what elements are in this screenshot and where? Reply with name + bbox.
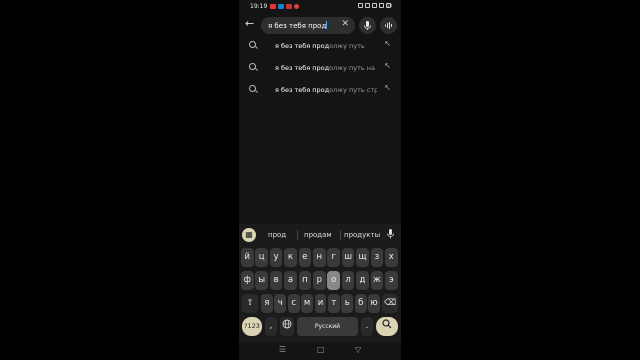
keyboard-menu-button[interactable]: ▦: [242, 228, 256, 242]
key-д[interactable]: д: [356, 271, 369, 290]
key-а[interactable]: а: [284, 271, 297, 290]
suggestion-rest-text: олжу путь: [329, 42, 365, 50]
text-caret: [326, 21, 328, 29]
symbols-key[interactable]: ?123: [242, 317, 262, 336]
fill-query-arrow-icon[interactable]: ↖: [384, 39, 391, 48]
app-notif-icon-2: [286, 4, 292, 9]
key-ф[interactable]: ф: [241, 271, 254, 290]
key-о[interactable]: о: [327, 271, 340, 290]
key-р[interactable]: р: [313, 271, 326, 290]
search-icon: [249, 41, 256, 48]
search-suggestion[interactable]: я без тебя продолжу путь ↖: [239, 36, 401, 58]
key-row-1: йцукенгшщзх: [239, 248, 401, 267]
key-и[interactable]: и: [314, 294, 327, 313]
key-row-4: ?123 , Русский .: [239, 317, 401, 336]
key-у[interactable]: у: [269, 248, 283, 267]
key-б[interactable]: б: [354, 294, 367, 313]
key-ю[interactable]: ю: [368, 294, 380, 313]
search-icon: [249, 85, 256, 92]
key-я[interactable]: я: [261, 294, 273, 313]
suggestion-rest-text: олжу путь стр...: [329, 86, 377, 94]
key-щ[interactable]: щ: [356, 248, 369, 267]
key-в[interactable]: в: [269, 271, 283, 290]
key-з[interactable]: з: [370, 248, 384, 267]
key-л[interactable]: л: [341, 271, 355, 290]
key-с[interactable]: с: [287, 294, 300, 313]
key-ч[interactable]: ч: [274, 294, 287, 313]
signal-icon-2: [379, 3, 384, 8]
back-nav-icon[interactable]: ▽: [355, 345, 361, 354]
key-й[interactable]: й: [241, 248, 254, 267]
globe-icon: [282, 319, 292, 329]
key-ж[interactable]: ж: [370, 271, 384, 290]
key-row-3: ⇧ ячсмитьбю ⌫: [239, 294, 401, 313]
fill-query-arrow-icon[interactable]: ↖: [384, 61, 391, 70]
on-screen-keyboard: ▦ прод продам продукты йцукенгшщзх фывап…: [239, 224, 401, 342]
search-suggestion[interactable]: я без тебя продолжу путь на г... ↖: [239, 58, 401, 80]
clear-icon[interactable]: ✕: [341, 19, 349, 29]
key-г[interactable]: г: [327, 248, 340, 267]
notification-icons: [270, 4, 299, 9]
backspace-key[interactable]: ⌫: [382, 294, 398, 313]
wifi-icon: [372, 3, 377, 8]
search-bar-row: ← я без тебя прод ✕: [239, 14, 401, 36]
suggestion-match-text: я без тебя прод: [275, 64, 330, 72]
key-н[interactable]: н: [313, 248, 326, 267]
key-х[interactable]: х: [385, 248, 398, 267]
word-suggestion[interactable]: продам: [304, 231, 332, 239]
battery-icon: 53: [386, 3, 393, 8]
signal-icon: [365, 3, 370, 8]
key-т[interactable]: т: [328, 294, 340, 313]
search-icon: [249, 63, 256, 70]
search-suggestion[interactable]: я без тебя продолжу путь стр... ↖: [239, 80, 401, 102]
key-ш[interactable]: ш: [341, 248, 355, 267]
back-arrow-icon[interactable]: ←: [245, 18, 254, 30]
shift-key[interactable]: ⇧: [242, 294, 258, 313]
language-key[interactable]: [280, 317, 294, 336]
key-э[interactable]: э: [385, 271, 398, 290]
suggestion-divider: [297, 230, 298, 240]
key-row-2: фывапролджэ: [239, 271, 401, 290]
recents-icon[interactable]: ☰: [279, 345, 286, 354]
youtube-notif-icon: [270, 4, 276, 9]
app-notif-icon: [278, 4, 284, 9]
key-п[interactable]: п: [298, 271, 312, 290]
word-suggestion[interactable]: прод: [268, 231, 286, 239]
word-suggestion[interactable]: продукты: [344, 231, 380, 239]
search-query-text: я без тебя прод: [268, 22, 327, 30]
keyboard-mic-icon[interactable]: [386, 228, 395, 240]
keyboard-suggestion-bar: ▦ прод продам продукты: [239, 224, 401, 246]
period-key[interactable]: .: [361, 317, 373, 336]
status-time: 19:19: [250, 3, 268, 10]
phone-screen: 19:19 53 ← я без тебя прод ✕ я б е з тебя …: [239, 0, 401, 360]
comma-key[interactable]: ,: [265, 317, 277, 336]
key-ы[interactable]: ы: [255, 271, 268, 290]
home-icon[interactable]: □: [317, 345, 325, 354]
suggestion-match-text: я без тебя прод: [275, 86, 330, 94]
system-icons: 53: [358, 3, 393, 8]
key-ц[interactable]: ц: [255, 248, 268, 267]
mic-icon: [364, 21, 371, 30]
search-enter-key[interactable]: [376, 317, 398, 336]
voice-search-button[interactable]: [359, 17, 376, 34]
navigation-bar: ☰ □ ▽: [239, 342, 401, 360]
suggestion-divider: [340, 230, 341, 240]
status-bar: 19:19 53: [239, 0, 401, 14]
key-к[interactable]: к: [284, 248, 297, 267]
suggestion-rest-text: олжу путь на г...: [329, 64, 377, 72]
search-input[interactable]: я без тебя прод ✕: [261, 17, 355, 34]
audio-search-button[interactable]: [380, 17, 397, 34]
key-м[interactable]: м: [301, 294, 313, 313]
alarm-icon: [358, 3, 363, 8]
key-е[interactable]: е: [298, 248, 312, 267]
fill-query-arrow-icon[interactable]: ↖: [384, 83, 391, 92]
sound-wave-icon: [385, 22, 392, 29]
search-icon: [382, 319, 392, 329]
suggestion-match-text: я без тебя прод: [275, 42, 330, 50]
key-ь[interactable]: ь: [341, 294, 354, 313]
space-key[interactable]: Русский: [297, 317, 358, 336]
heart-notif-icon: [294, 4, 299, 9]
